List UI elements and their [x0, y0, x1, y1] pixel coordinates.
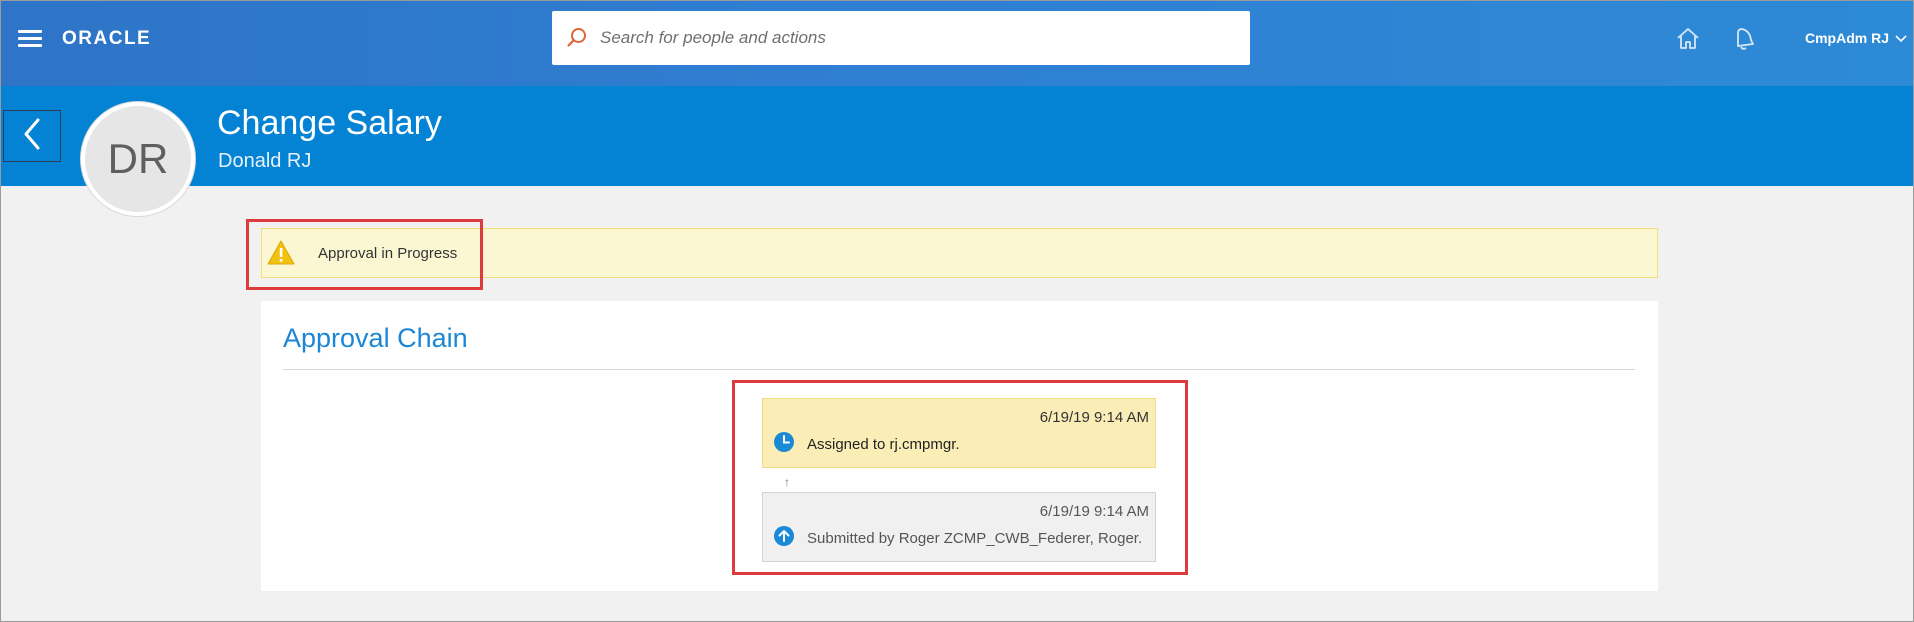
- approval-step-assigned: 6/19/19 9:14 AM Assigned to rj.cmpmgr.: [762, 398, 1156, 468]
- page-subtitle: Donald RJ: [218, 150, 312, 172]
- back-button[interactable]: [3, 110, 61, 162]
- section-divider: [283, 369, 1635, 370]
- user-name: CmpAdm RJ: [1805, 30, 1890, 46]
- approval-step-submitted: 6/19/19 9:14 AM Submitted by Roger ZCMP_…: [762, 492, 1156, 562]
- section-title: Approval Chain: [283, 323, 468, 353]
- warning-icon: [266, 239, 296, 267]
- step-message: Submitted by Roger ZCMP_CWB_Federer, Rog…: [807, 530, 1143, 547]
- bell-icon[interactable]: [1729, 24, 1761, 54]
- home-icon[interactable]: [1673, 24, 1705, 54]
- status-text: Approval in Progress: [318, 244, 458, 262]
- oracle-logo: ORACLE: [62, 28, 152, 49]
- hamburger-menu-icon[interactable]: [18, 30, 42, 48]
- chevron-left-icon: [22, 117, 42, 156]
- clock-icon: [773, 431, 795, 458]
- chain-connector: ↑: [784, 475, 790, 489]
- search-bar: [552, 11, 1250, 65]
- search-icon[interactable]: [560, 21, 594, 55]
- chevron-down-icon: [1895, 30, 1907, 46]
- avatar: DR: [81, 102, 195, 216]
- search-input[interactable]: [600, 18, 1250, 58]
- step-timestamp: 6/19/19 9:14 AM: [1039, 503, 1149, 520]
- page-title: Change Salary: [217, 104, 442, 142]
- step-timestamp: 6/19/19 9:14 AM: [1039, 409, 1149, 426]
- approval-status-banner: Approval in Progress: [261, 228, 1658, 278]
- arrow-up-circle-icon: [773, 525, 795, 552]
- user-menu[interactable]: CmpAdm RJ: [1805, 30, 1907, 46]
- step-message: Assigned to rj.cmpmgr.: [807, 436, 960, 453]
